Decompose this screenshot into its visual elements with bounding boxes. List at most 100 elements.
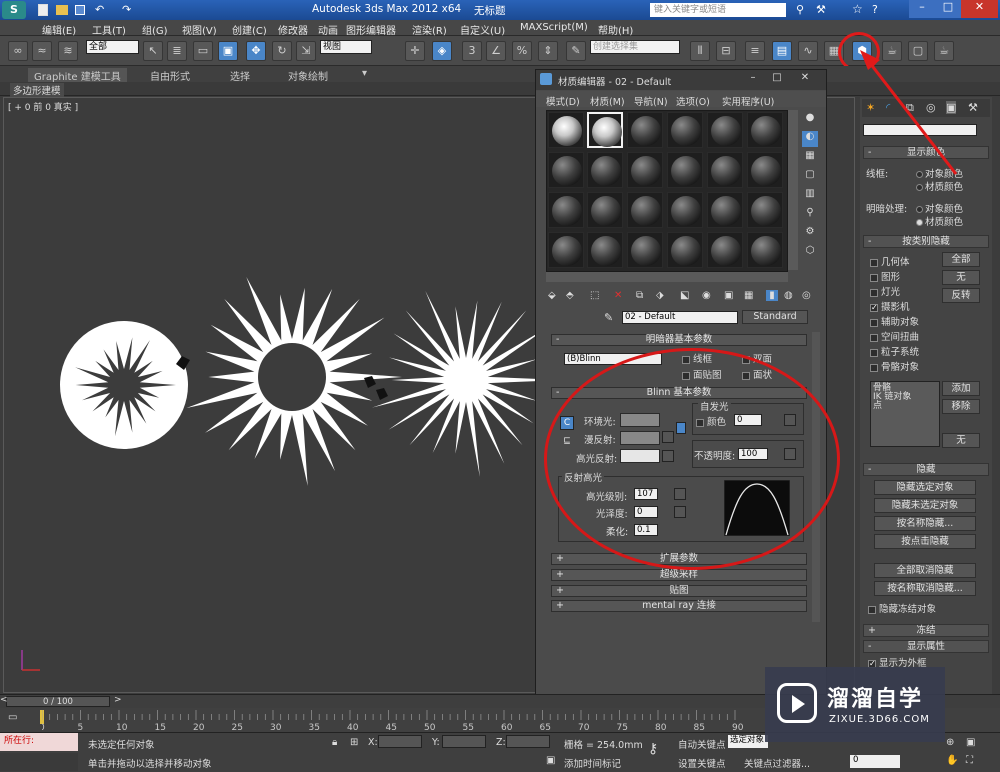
sample-slot[interactable] (587, 232, 623, 268)
make-preview-icon[interactable]: ⚲ (802, 207, 818, 223)
sample-slot[interactable] (627, 112, 663, 148)
align-icon[interactable]: ⊟ (716, 41, 736, 61)
tab-object-paint[interactable]: 对象绘制 (288, 68, 328, 83)
graphite-toggle-icon[interactable]: ▤ (772, 41, 792, 61)
absolute-mode-icon[interactable]: ⊞ (350, 737, 358, 748)
menu-help[interactable]: 帮助(H) (598, 22, 633, 37)
sample-slot[interactable] (587, 152, 623, 188)
material-type-button[interactable]: Standard (742, 310, 808, 324)
help-icon[interactable]: ? (872, 3, 878, 16)
move-icon[interactable]: ✥ (246, 41, 266, 61)
tools-icon[interactable]: ⚒ (816, 3, 826, 16)
link-icon[interactable]: ∞ (8, 41, 28, 61)
sample-slot[interactable] (707, 152, 743, 188)
binoculars-icon[interactable]: ⚲ (796, 3, 804, 16)
slots-vscroll[interactable] (788, 110, 798, 270)
none-button[interactable]: 无 (942, 270, 980, 285)
undo-icon[interactable]: ↶ (95, 3, 104, 16)
search-input[interactable]: 键入关键字或短语 (650, 3, 786, 17)
sample-slot[interactable] (548, 192, 584, 228)
assign-to-selection-icon[interactable]: ⬚ (590, 290, 599, 301)
tab-graphite[interactable]: Graphite 建模工具 (28, 68, 127, 83)
menu-customize[interactable]: 自定义(U) (460, 22, 505, 37)
menu-animation[interactable]: 动画 (318, 22, 338, 37)
select-by-name-icon[interactable]: ≣ (167, 41, 187, 61)
z-field[interactable] (506, 735, 550, 748)
hide-rollout[interactable]: - 隐藏 (863, 463, 989, 476)
show-map-icon[interactable]: ▣ (724, 290, 733, 301)
reference-coord-dropdown[interactable]: 视图 (320, 40, 372, 54)
layer-manager-icon[interactable]: ≡ (745, 41, 765, 61)
shader-basic-rollout[interactable]: - 明暗器基本参数 (551, 334, 807, 346)
mental-ray-rollout[interactable]: + mental ray 连接 (551, 600, 807, 612)
cat-particles[interactable]: 粒子系统 (870, 344, 919, 358)
sample-slot[interactable] (667, 152, 703, 188)
sample-type-icon[interactable]: ● (802, 112, 818, 128)
redo-icon[interactable]: ↷ (122, 3, 131, 16)
add-time-tag[interactable]: 添加时间标记 (564, 756, 621, 770)
quick-access-open-icon[interactable] (56, 5, 68, 15)
time-tag-icon[interactable]: ▣ (546, 755, 555, 766)
percent-snap-icon[interactable]: % (512, 41, 532, 61)
list-item[interactable]: 点 (873, 402, 937, 411)
time-next-icon[interactable]: > (114, 695, 122, 705)
sample-slot[interactable] (627, 152, 663, 188)
copy-material-icon[interactable]: ⧉ (636, 290, 643, 301)
quick-access-save-icon[interactable] (75, 5, 85, 15)
window-crossing-icon[interactable]: ▣ (218, 41, 238, 61)
key-icon[interactable]: ⚷ (648, 741, 658, 757)
sample-slot[interactable] (667, 232, 703, 268)
menu-group[interactable]: 组(G) (142, 22, 168, 37)
unlink-icon[interactable]: ≈ (32, 41, 52, 61)
cat-bones[interactable]: 骨骼对象 (870, 359, 919, 373)
set-key-button[interactable]: 设置关键点 (678, 756, 726, 770)
select-by-material-icon[interactable]: ⬡ (802, 245, 818, 261)
mirror-icon[interactable]: ⫴ (690, 41, 710, 61)
tab-poly-modeling[interactable]: 多边形建模 (10, 83, 64, 97)
tab-selection[interactable]: 选择 (230, 68, 250, 83)
material-name-dropdown[interactable]: 02 - Default (622, 311, 738, 324)
sample-slot[interactable] (587, 192, 623, 228)
mat-titlebar[interactable]: 材质编辑器 - 02 - Default – □ ✕ (536, 70, 826, 90)
remove-button[interactable]: 移除 (942, 399, 980, 414)
cat-cameras[interactable]: ✓ 摄影机 (870, 299, 910, 313)
pivot-icon[interactable]: ✛ (405, 41, 425, 61)
zoom-extents-icon[interactable]: ▣ (966, 737, 975, 748)
menu-edit[interactable]: 编辑(E) (42, 22, 76, 37)
shade-material-color[interactable]: 材质颜色 (916, 214, 963, 228)
pick-material-icon[interactable]: ◎ (802, 290, 811, 301)
sample-slot[interactable] (707, 232, 743, 268)
sample-slot[interactable] (667, 112, 703, 148)
key-mode-dropdown[interactable]: 选定对象 (728, 735, 768, 748)
freeze-rollout[interactable]: + 冻结 (863, 624, 989, 637)
quick-access-new-icon[interactable] (38, 4, 48, 16)
selection-filter-dropdown[interactable]: 全部 (86, 40, 139, 54)
ribbon-options-icon[interactable]: ▾ (362, 68, 367, 79)
lock-selection-icon[interactable]: 🔒︎ (332, 737, 337, 748)
unhide-by-name-button[interactable]: 按名称取消隐藏... (874, 581, 976, 596)
add-button[interactable]: 添加 (942, 381, 980, 396)
x-field[interactable] (378, 735, 422, 748)
mat-minimize-button[interactable]: – (744, 73, 762, 85)
mini-curve-icon[interactable]: ▭ (8, 712, 17, 723)
hide-by-hit-button[interactable]: 按点击隐藏 (874, 534, 976, 549)
key-filters-button[interactable]: 关键点过滤器... (744, 756, 810, 770)
category-list[interactable]: 骨骼 IK 链对象 点 (870, 381, 940, 447)
mat-menu-navigation[interactable]: 导航(N) (634, 94, 668, 108)
cat-geometry[interactable]: 几何体 (870, 254, 910, 268)
sample-slot[interactable] (707, 112, 743, 148)
shade-object-color[interactable]: 对象颜色 (916, 201, 963, 215)
sample-slot[interactable] (667, 192, 703, 228)
cat-spacewarps[interactable]: 空间扭曲 (870, 329, 919, 343)
background-icon[interactable]: ▦ (802, 150, 818, 166)
hide-unselected-button[interactable]: 隐藏未选定对象 (874, 498, 976, 513)
unhide-all-button[interactable]: 全部取消隐藏 (874, 563, 976, 578)
snap-3-icon[interactable]: 3 (462, 41, 482, 61)
go-forward-icon[interactable]: ◍ (784, 290, 793, 301)
close-button[interactable]: ✕ (961, 0, 998, 18)
cat-shapes[interactable]: 图形 (870, 269, 900, 283)
zoom-icon[interactable]: ⊕ (946, 737, 954, 748)
menu-view[interactable]: 视图(V) (182, 22, 217, 37)
sample-slot[interactable] (747, 152, 783, 188)
bind-space-warp-icon[interactable]: ≋ (58, 41, 78, 61)
